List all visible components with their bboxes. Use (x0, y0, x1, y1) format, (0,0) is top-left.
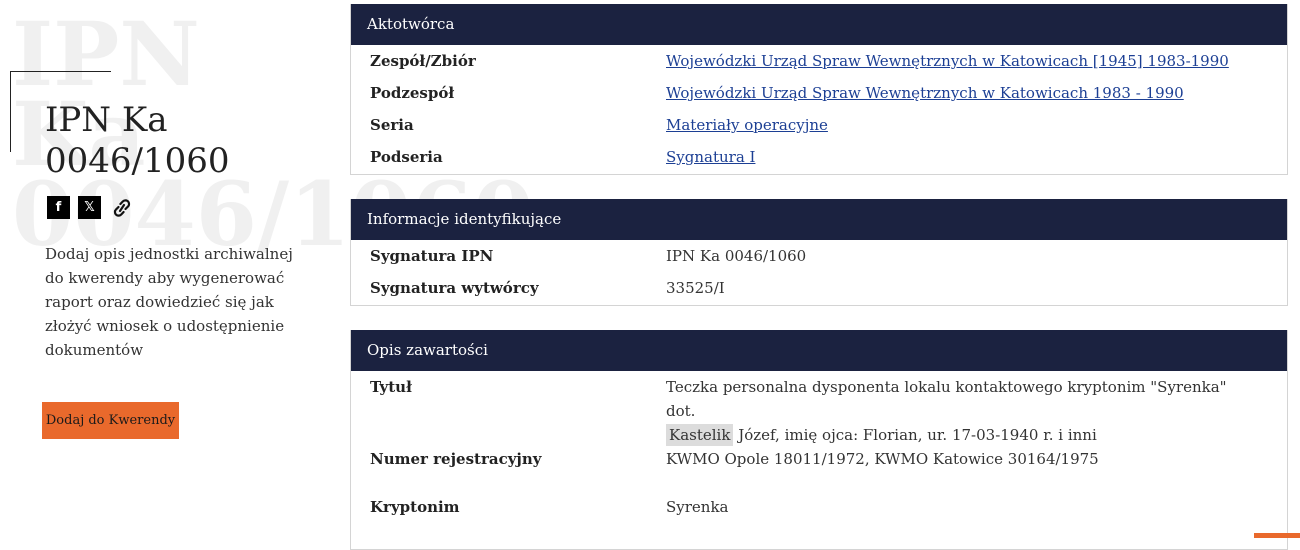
facebook-icon[interactable]: f (47, 196, 70, 219)
title-value: Teczka personalna dysponenta lokalu kont… (666, 375, 1287, 447)
link-icon[interactable] (109, 196, 135, 219)
table-row: Podseria Sygnatura I (351, 145, 1287, 177)
row-label: Numer rejestracyjny (370, 450, 542, 468)
creator-signature-value: 33525/I (666, 279, 725, 297)
registration-number-value: KWMO Opole 18011/1972, KWMO Katowice 301… (666, 450, 1099, 468)
content-panel-header: Opis zawartości (351, 330, 1287, 371)
table-row: Podzespół Wojewódzki Urząd Spraw Wewnętr… (351, 81, 1287, 113)
row-label: Zespół/Zbiór (370, 52, 476, 70)
scroll-to-top-button[interactable] (1254, 533, 1300, 538)
table-row: Numer rejestracyjny KWMO Opole 18011/197… (351, 447, 1287, 495)
table-row: Zespół/Zbiór Wojewódzki Urząd Spraw Wewn… (351, 49, 1287, 81)
row-label: Seria (370, 116, 414, 134)
identification-panel: Informacje identyfikujące Sygnatura IPN … (350, 199, 1288, 306)
subseries-link[interactable]: Sygnatura I (666, 148, 755, 166)
ipn-signature-value: IPN Ka 0046/1060 (666, 247, 807, 265)
row-label: Podzespół (370, 84, 455, 102)
creator-panel-header: Aktotwórca (351, 4, 1287, 45)
table-row: Seria Materiały operacyjne (351, 113, 1287, 145)
row-label: Podseria (370, 148, 443, 166)
table-row: Kryptonim Syrenka (351, 495, 1287, 527)
search-highlight: Kastelik (666, 424, 734, 446)
series-link[interactable]: Materiały operacyjne (666, 116, 828, 134)
table-row: Sygnatura wytwórcy 33525/I (351, 276, 1287, 308)
table-row: Tytuł Teczka personalna dysponenta lokal… (351, 375, 1287, 447)
row-label: Sygnatura IPN (370, 247, 494, 265)
add-to-query-button[interactable]: Dodaj do Kwerendy (42, 402, 179, 439)
row-label: Tytuł (370, 378, 412, 396)
share-buttons: f 𝕏 (47, 196, 135, 219)
row-label: Sygnatura wytwórcy (370, 279, 539, 297)
subfonds-link[interactable]: Wojewódzki Urząd Spraw Wewnętrznych w Ka… (666, 84, 1184, 102)
query-description: Dodaj opis jednostki archiwalnej do kwer… (45, 245, 293, 359)
x-icon[interactable]: 𝕏 (78, 196, 101, 219)
codename-value: Syrenka (666, 498, 729, 516)
table-row: Sygnatura IPN IPN Ka 0046/1060 (351, 244, 1287, 276)
row-label: Kryptonim (370, 498, 460, 516)
title-text: Teczka personalna dysponenta lokalu kont… (666, 378, 1227, 420)
creator-panel: Aktotwórca Zespół/Zbiór Wojewódzki Urząd… (350, 4, 1288, 175)
title-text-continued: Józef, imię ojca: Florian, ur. 17-03-194… (733, 426, 1097, 444)
page-title: IPN Ka 0046/1060 (45, 100, 230, 181)
identification-panel-header: Informacje identyfikujące (351, 199, 1287, 240)
fonds-link[interactable]: Wojewódzki Urząd Spraw Wewnętrznych w Ka… (666, 52, 1229, 70)
content-panel: Opis zawartości Tytuł Teczka personalna … (350, 330, 1288, 550)
